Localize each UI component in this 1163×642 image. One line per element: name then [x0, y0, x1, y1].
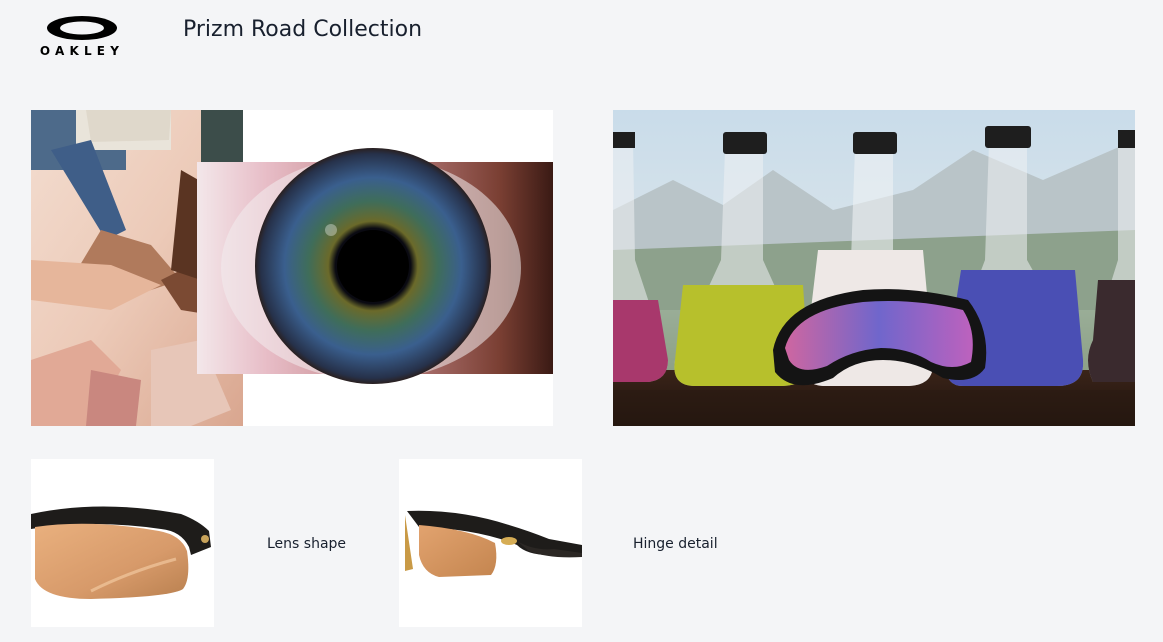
- hinge-detail-caption: Hinge detail: [633, 536, 718, 552]
- oakley-ellipse-icon: [47, 16, 117, 40]
- sunglasses-lens-shape-image: [31, 459, 214, 627]
- sunglasses-hinge-detail-image: [399, 459, 582, 627]
- lens-shape-caption: Lens shape: [267, 536, 347, 552]
- eye-hands-collage-image: [31, 110, 553, 426]
- oakley-logo[interactable]: OAKLEY: [30, 14, 134, 58]
- page-title: Prizm Road Collection: [183, 17, 423, 42]
- flasks-sunglasses-image: [613, 110, 1135, 426]
- brand-wordmark: OAKLEY: [39, 44, 125, 58]
